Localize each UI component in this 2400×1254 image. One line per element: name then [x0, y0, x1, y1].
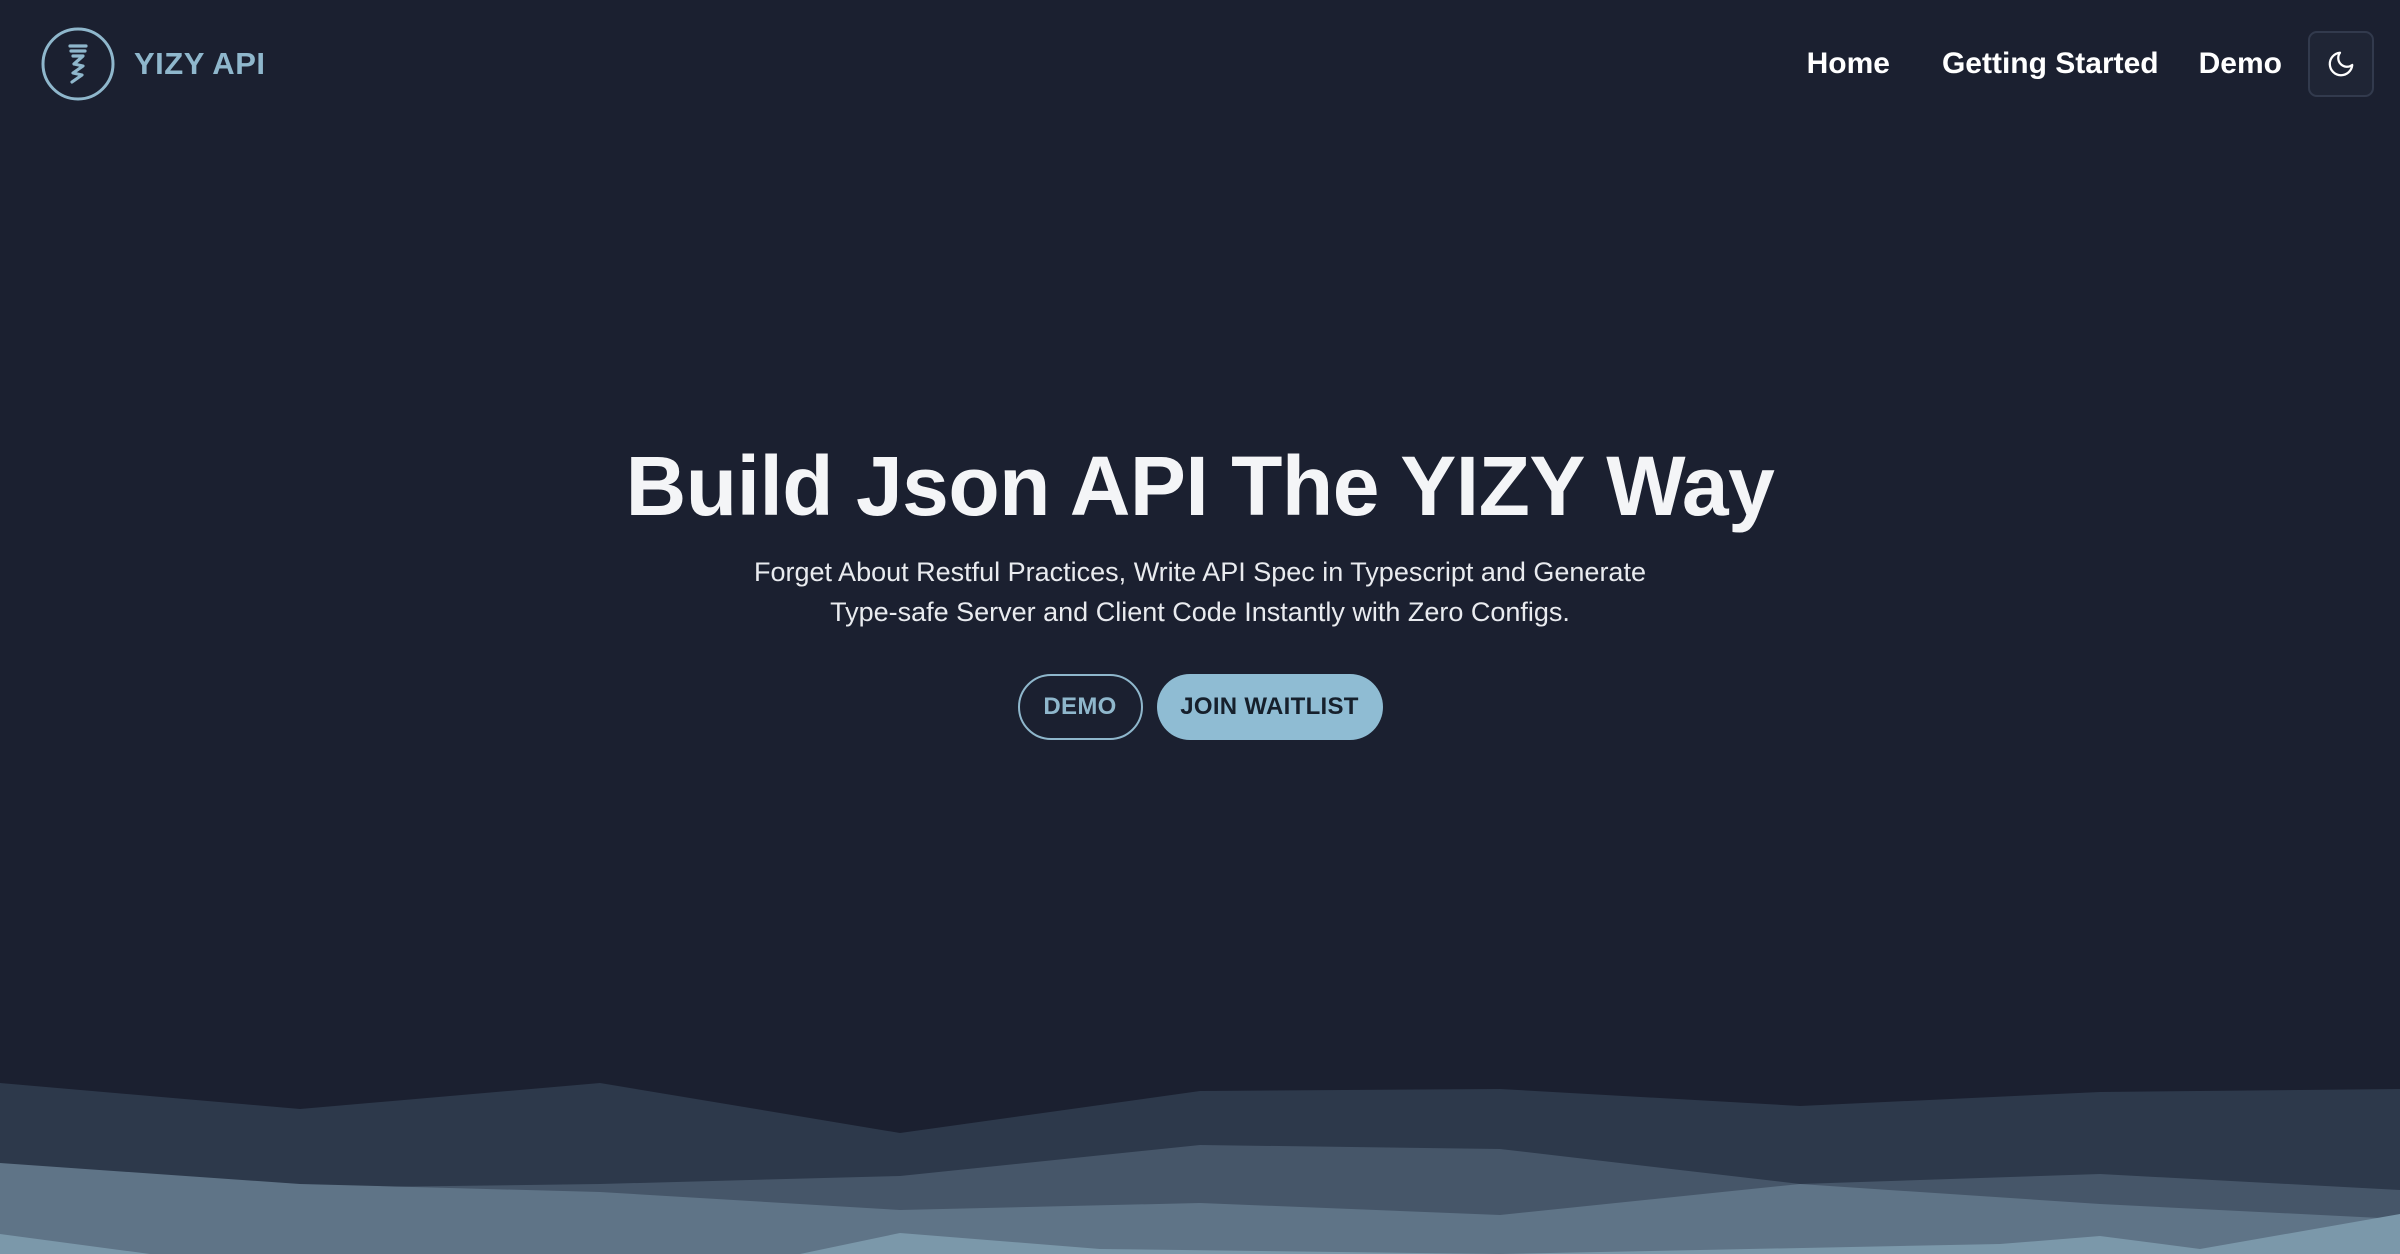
hero-actions: DEMO JOIN WAITLIST	[0, 674, 2400, 740]
landing-page: YIZY API Home Getting Started Demo Build…	[0, 0, 2400, 1254]
main-nav: Home Getting Started Demo	[1807, 31, 2374, 97]
brand-link[interactable]: YIZY API	[40, 26, 265, 102]
moon-icon	[2328, 51, 2354, 77]
brand-name: YIZY API	[134, 46, 266, 81]
yizy-logo-icon	[41, 27, 115, 101]
nav-link-demo[interactable]: Demo	[2199, 47, 2282, 81]
demo-button[interactable]: DEMO	[1017, 674, 1143, 740]
hero-title: Build Json API The YIZY Way	[625, 439, 1775, 533]
join-waitlist-button[interactable]: JOIN WAITLIST	[1156, 674, 1383, 740]
site-header: YIZY API Home Getting Started Demo	[0, 0, 2400, 128]
hero-section: Build Json API The YIZY Way Forget About…	[0, 430, 2400, 740]
decorative-waves	[0, 1083, 2400, 1254]
theme-toggle-button[interactable]	[2308, 31, 2374, 97]
nav-link-getting-started[interactable]: Getting Started	[1942, 47, 2159, 81]
hero-subtitle: Forget About Restful Practices, Write AP…	[754, 557, 1646, 627]
nav-link-home[interactable]: Home	[1807, 47, 1890, 81]
